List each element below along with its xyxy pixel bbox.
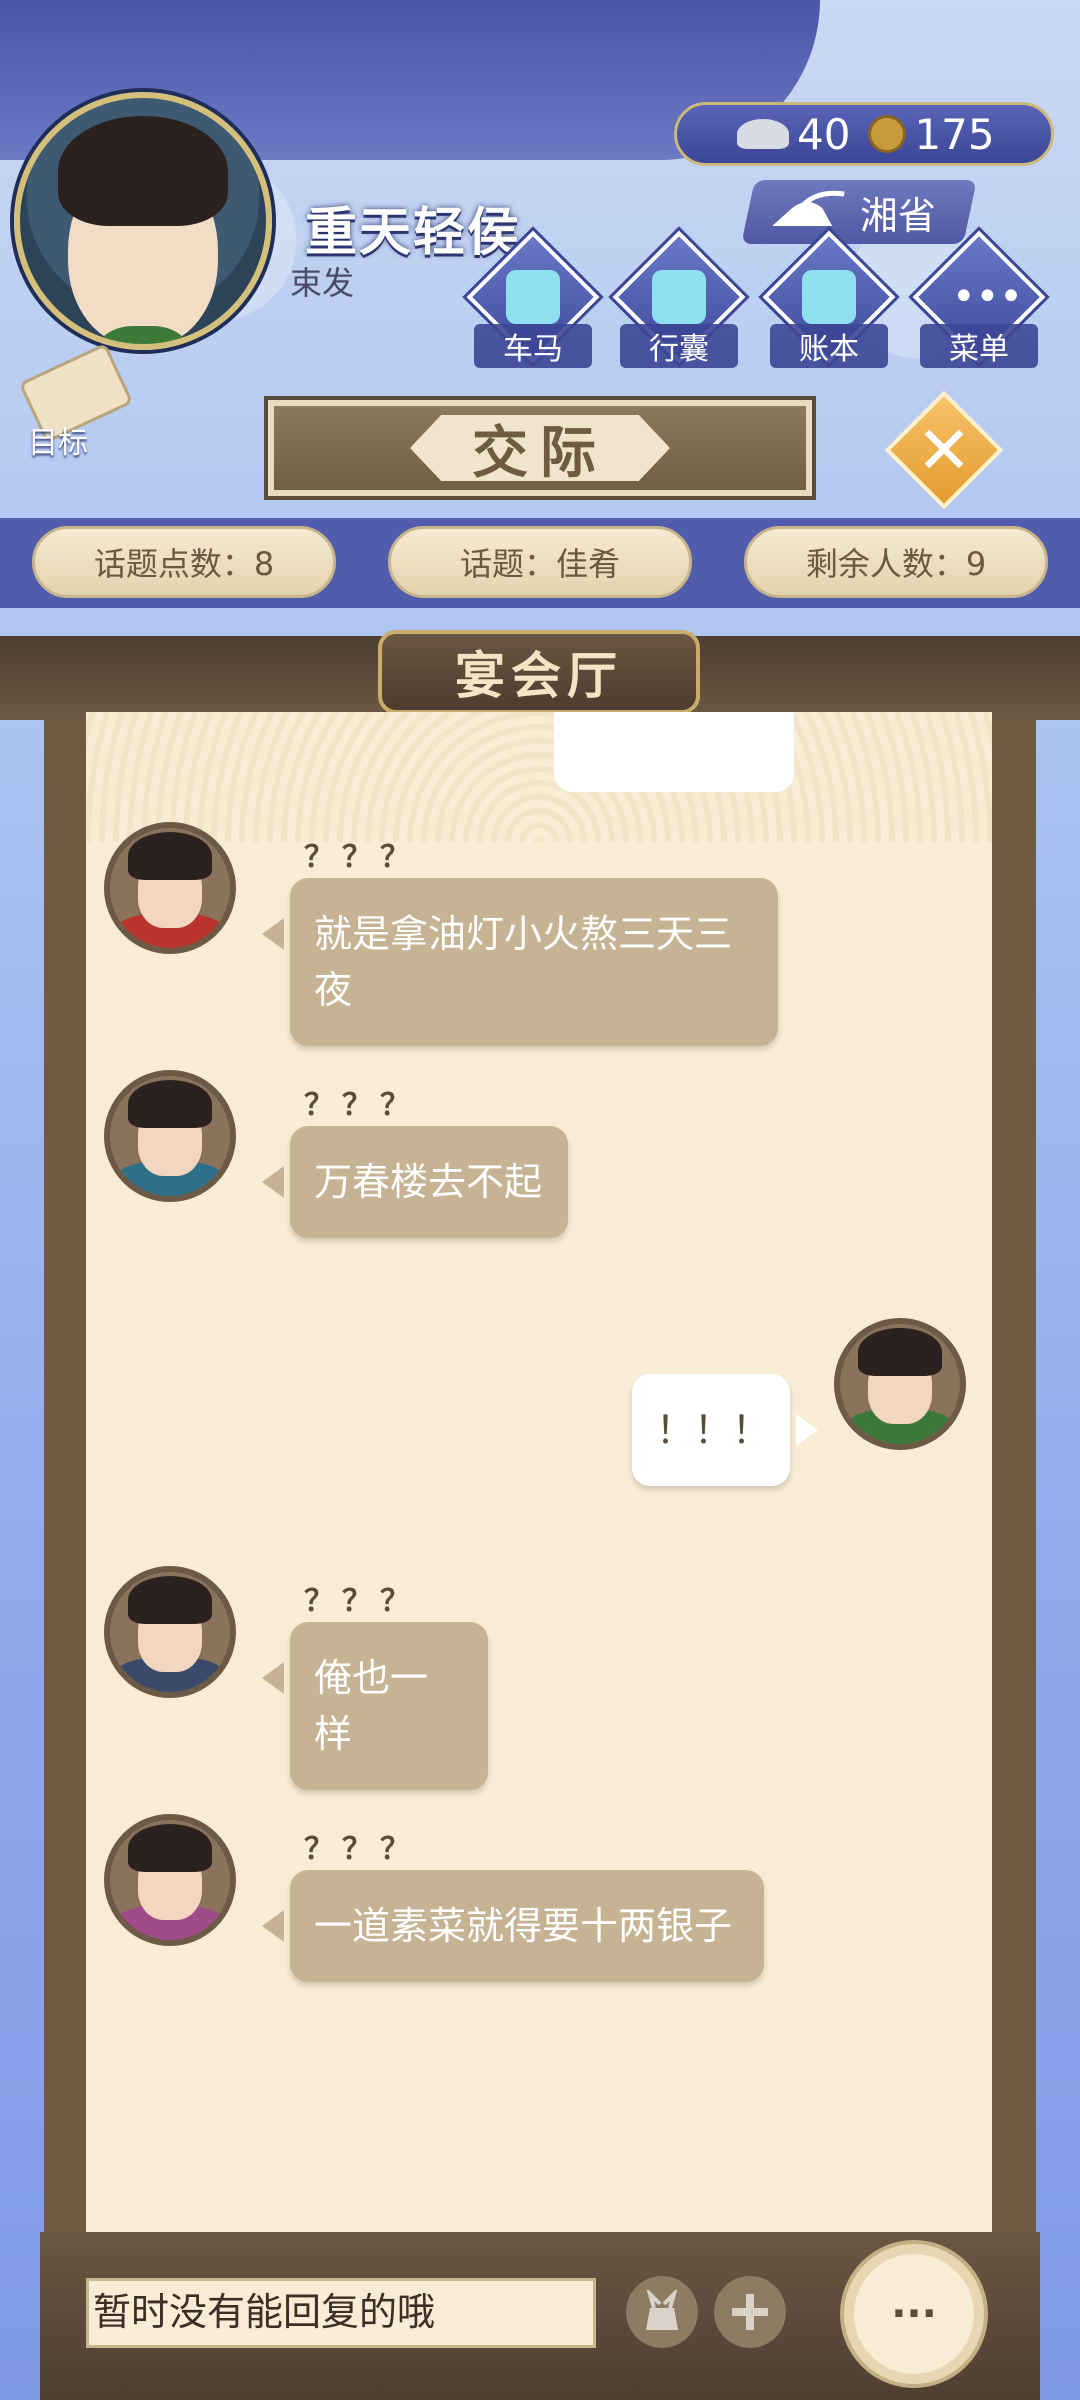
carriage-icon: [506, 270, 560, 324]
topic-pill: 话题：佳肴: [388, 526, 692, 598]
add-button[interactable]: [714, 2276, 786, 2348]
close-icon: ✕: [916, 411, 972, 489]
nav-ledger-label: 账本: [770, 324, 888, 368]
npc-avatar[interactable]: [104, 1070, 236, 1202]
nav-bag-button[interactable]: 行囊: [612, 230, 746, 368]
silver-ingot-icon: [737, 119, 789, 149]
avatar-head: [128, 1576, 212, 1672]
npc-avatar[interactable]: [104, 822, 236, 954]
remaining-people-pill: 剩余人数：9: [744, 526, 1048, 598]
player-face: [58, 116, 228, 344]
hall-name: 宴会厅: [378, 630, 700, 714]
nav-menu-button[interactable]: ••• 菜单: [912, 230, 1046, 368]
nav-carriage-label: 车马: [474, 324, 592, 368]
silver-count: 40: [797, 109, 851, 159]
copper-coin-icon: [868, 115, 907, 153]
previous-message-bubble: [554, 712, 794, 792]
more-options-button[interactable]: ···: [840, 2240, 988, 2388]
ledger-icon: [802, 270, 856, 324]
iron-icon: [772, 190, 845, 226]
message-sender: ？？？: [304, 1584, 418, 1619]
message-bubble: ！！！: [632, 1374, 818, 1486]
player-avatar[interactable]: [14, 92, 272, 350]
nav-carriage-button[interactable]: 车马: [466, 230, 600, 368]
bag-icon: [652, 270, 706, 324]
plus-icon: [732, 2294, 768, 2330]
screen-title-plaque: 交际: [268, 400, 812, 496]
message-bubble: 俺也一样: [262, 1622, 488, 1790]
province-label: 湘省: [859, 193, 936, 238]
npc-avatar[interactable]: [104, 1566, 236, 1698]
npc-avatar[interactable]: [104, 1814, 236, 1946]
province-button[interactable]: 湘省: [741, 180, 977, 244]
nav-menu-label: 菜单: [920, 324, 1038, 368]
menu-dots-icon: •••: [952, 274, 1023, 320]
message-sender: ？？？: [304, 1088, 418, 1123]
avatar-head: [128, 832, 212, 928]
avatar-head: [858, 1328, 942, 1424]
avatar-head: [128, 1824, 212, 1920]
message-bubble: 万春楼去不起: [262, 1126, 568, 1238]
reply-input[interactable]: 暂时没有能回复的哦: [86, 2278, 596, 2348]
goal-label: 目标: [28, 426, 88, 461]
nav-bag-label: 行囊: [620, 324, 738, 368]
goal-button[interactable]: 目标: [18, 342, 134, 461]
avatar-head: [128, 1080, 212, 1176]
gift-button[interactable]: [626, 2276, 698, 2348]
nav-ledger-button[interactable]: 账本: [762, 230, 896, 368]
player-hairstyle: 束发: [290, 264, 355, 302]
message-bubble: 就是拿油灯小火熬三天三夜: [262, 878, 778, 1046]
chat-log[interactable]: ？？？ 就是拿油灯小火熬三天三夜 ？？？ 万春楼去不起 ！！！ ？？？ 俺也一样…: [86, 712, 992, 2232]
message-bubble: 一道素菜就得要十两银子: [262, 1870, 764, 1982]
gift-bag-icon: [646, 2290, 678, 2330]
chat-wave-pattern: [86, 712, 992, 842]
currency-bar: 40 175: [674, 102, 1054, 166]
screen-title: 交际: [410, 415, 670, 481]
coin-count: 175: [914, 109, 995, 159]
topic-points-pill: 话题点数：8: [32, 526, 336, 598]
message-sender: ？？？: [304, 1832, 418, 1867]
message-sender: ？？？: [304, 840, 418, 875]
player-chat-avatar[interactable]: [834, 1318, 966, 1450]
